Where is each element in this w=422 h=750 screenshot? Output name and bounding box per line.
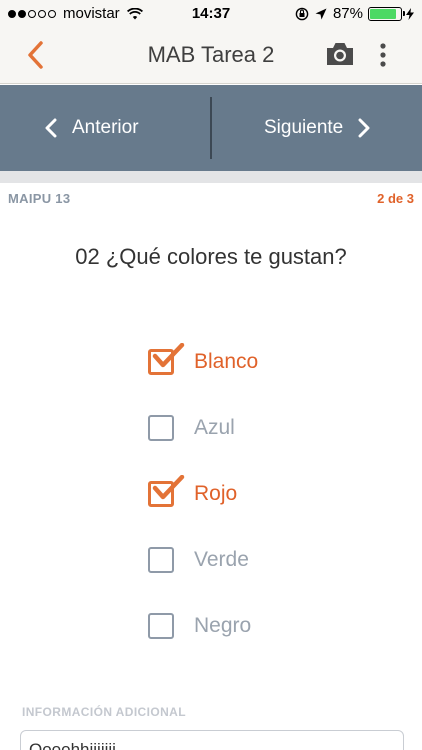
option-negro[interactable]: Negro — [146, 609, 251, 643]
separator-band — [0, 171, 422, 183]
rotation-lock-icon — [295, 7, 309, 20]
option-azul[interactable]: Azul — [146, 411, 235, 445]
checkbox-unchecked-icon[interactable] — [146, 611, 176, 641]
location-icon — [315, 8, 327, 19]
status-bar: movistar 14:37 87% — [0, 0, 422, 28]
question-title: 02 ¿Qué colores te gustan? — [75, 244, 347, 269]
battery-icon — [368, 6, 405, 21]
option-verde[interactable]: Verde — [146, 543, 249, 577]
checkbox-unchecked-icon[interactable] — [146, 545, 176, 575]
previous-button-label: Anterior — [72, 117, 139, 138]
navigation-bar: MAB Tarea 2 — [0, 28, 422, 84]
chevron-left-icon — [45, 118, 57, 138]
next-button[interactable]: Siguiente — [264, 85, 371, 171]
option-blanco[interactable]: Blanco — [146, 343, 259, 379]
previous-button[interactable]: Anterior — [44, 85, 139, 171]
option-rojo[interactable]: Rojo — [146, 475, 238, 511]
option-label: Blanco — [194, 350, 259, 373]
option-label: Negro — [194, 614, 252, 637]
option-label: Rojo — [194, 482, 238, 505]
page-counter: 2 de 3 — [377, 191, 414, 206]
back-chevron-icon[interactable] — [22, 40, 52, 70]
option-label: Azul — [194, 416, 235, 439]
additional-info-label: INFORMACIÓN ADICIONAL — [22, 705, 186, 719]
app-screen: movistar 14:37 87% MAB Tarea 2 Anterior … — [0, 0, 422, 750]
checkbox-checked-icon[interactable] — [146, 475, 185, 509]
status-right: 87% — [295, 5, 414, 22]
option-label: Verde — [194, 548, 249, 571]
battery-fill — [370, 8, 397, 19]
section-name: MAIPU 13 — [8, 191, 71, 206]
camera-icon[interactable] — [325, 40, 355, 68]
battery-percent: 87% — [332, 5, 363, 22]
chevron-right-icon — [358, 118, 370, 138]
additional-info-input[interactable] — [20, 730, 404, 750]
page-title: MAB Tarea 2 — [147, 42, 275, 67]
more-vertical-icon[interactable] — [374, 42, 392, 68]
next-button-label: Siguiente — [264, 117, 344, 138]
pager-divider — [210, 97, 212, 159]
question-pager: Anterior Siguiente — [0, 85, 422, 171]
checkbox-checked-icon[interactable] — [146, 343, 185, 377]
charging-bolt-icon — [406, 7, 414, 20]
checkbox-unchecked-icon[interactable] — [146, 413, 176, 443]
